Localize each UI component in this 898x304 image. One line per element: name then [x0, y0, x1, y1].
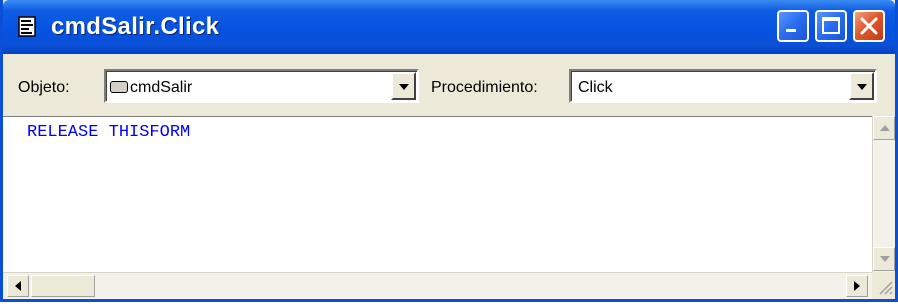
maximize-icon	[822, 17, 840, 34]
scroll-right-icon	[854, 281, 860, 291]
object-dropdown-button[interactable]	[391, 72, 416, 100]
procedure-select-value: Click	[578, 79, 613, 96]
object-select[interactable]: cmdSalir	[104, 69, 419, 103]
procedure-select[interactable]: Click	[569, 69, 877, 103]
scroll-left-icon	[15, 281, 21, 291]
scroll-up-button[interactable]	[873, 116, 895, 140]
minimize-button[interactable]	[777, 10, 809, 42]
title-bar[interactable]: cmdSalir.Click	[3, 0, 895, 54]
horizontal-scrollbar[interactable]	[3, 272, 872, 299]
procedure-label: Procedimiento:	[431, 79, 538, 96]
procedure-dropdown-button[interactable]	[849, 72, 874, 100]
code-editor[interactable]: RELEASE THISFORM	[3, 116, 872, 273]
horizontal-scroll-thumb[interactable]	[31, 275, 95, 297]
command-button-icon	[110, 81, 128, 93]
close-icon	[860, 17, 878, 35]
object-select-value: cmdSalir	[130, 79, 193, 96]
code-line[interactable]: RELEASE THISFORM	[27, 123, 190, 142]
chevron-down-icon	[857, 84, 867, 90]
scroll-up-icon	[880, 125, 890, 131]
vertical-scrollbar[interactable]	[872, 116, 895, 272]
scroll-right-button[interactable]	[846, 275, 868, 297]
scroll-down-button[interactable]	[873, 247, 895, 271]
scroll-down-icon	[880, 256, 890, 262]
window-title: cmdSalir.Click	[51, 13, 220, 40]
code-window-icon	[17, 16, 39, 38]
resize-grip-icon	[879, 281, 893, 295]
object-label: Objeto:	[18, 79, 70, 96]
scroll-left-button[interactable]	[7, 275, 29, 297]
toolbar: Objeto: cmdSalir Procedimiento: Click	[3, 54, 895, 116]
minimize-icon	[786, 29, 796, 32]
chevron-down-icon	[399, 84, 409, 90]
maximize-button[interactable]	[815, 10, 847, 42]
close-button[interactable]	[853, 10, 885, 42]
code-window: cmdSalir.Click Objeto: cmdSalir Procedim…	[0, 0, 898, 302]
resize-grip[interactable]	[872, 272, 895, 299]
